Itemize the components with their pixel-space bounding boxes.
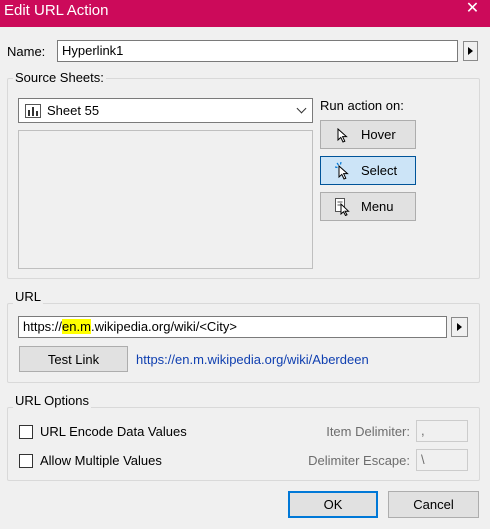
url-options-group (7, 407, 480, 481)
name-label: Name: (7, 44, 46, 59)
preview-link[interactable]: https://en.m.wikipedia.org/wiki/Aberdeen (136, 352, 369, 368)
item-delimiter-label: Item Delimiter: (326, 424, 410, 439)
hover-button[interactable]: Hover (320, 120, 416, 149)
bar-chart-icon (25, 104, 41, 118)
url-group-title: URL (13, 289, 44, 305)
sheets-listbox[interactable] (18, 130, 313, 269)
source-sheets-title: Source Sheets: (13, 70, 106, 86)
url-text-part: https:// (23, 319, 63, 334)
menu-pointer-icon (335, 198, 350, 216)
url-options-title: URL Options (13, 393, 91, 409)
ok-button[interactable]: OK (288, 491, 378, 518)
cancel-button[interactable]: Cancel (388, 491, 479, 518)
play-arrow-icon (457, 323, 462, 331)
menu-button-label: Menu (361, 199, 394, 214)
url-insert-button[interactable] (451, 317, 468, 337)
test-link-label: Test Link (47, 351, 100, 367)
allow-multiple-label[interactable]: Allow Multiple Values (40, 453, 162, 469)
source-sheet-value: Sheet 55 (47, 103, 100, 118)
url-encode-checkbox[interactable] (19, 425, 33, 439)
url-highlight: m (80, 319, 91, 334)
select-button-label: Select (361, 163, 398, 178)
ok-label: OK (323, 497, 343, 512)
menu-button[interactable]: Menu (320, 192, 416, 221)
url-highlight: en (62, 319, 77, 334)
name-input[interactable]: Hyperlink1 (57, 40, 458, 62)
delimiter-escape-label: Delimiter Escape: (308, 453, 410, 468)
window-title: Edit URL Action (4, 2, 109, 19)
select-button[interactable]: Select (320, 156, 416, 185)
item-delimiter-input[interactable]: , (416, 420, 468, 442)
hover-button-label: Hover (361, 127, 396, 142)
select-click-icon (335, 162, 349, 180)
cancel-label: Cancel (413, 497, 454, 512)
close-icon[interactable]: ✕ (455, 0, 490, 20)
url-text-part: .wikipedia.org/wiki/<City> (90, 319, 237, 334)
run-action-label: Run action on: (320, 98, 404, 113)
url-encode-label[interactable]: URL Encode Data Values (40, 424, 187, 440)
source-sheet-dropdown[interactable]: Sheet 55 (18, 98, 313, 123)
chevron-down-icon (296, 103, 307, 114)
test-link-button[interactable]: Test Link (19, 346, 128, 372)
name-insert-button[interactable] (463, 41, 478, 61)
allow-multiple-checkbox[interactable] (19, 454, 33, 468)
url-input[interactable]: https://en.m.wikipedia.org/wiki/<City> (18, 316, 447, 338)
delimiter-escape-input[interactable]: \ (416, 449, 468, 471)
play-arrow-icon (468, 47, 473, 55)
pointer-arrow-icon (337, 128, 348, 143)
